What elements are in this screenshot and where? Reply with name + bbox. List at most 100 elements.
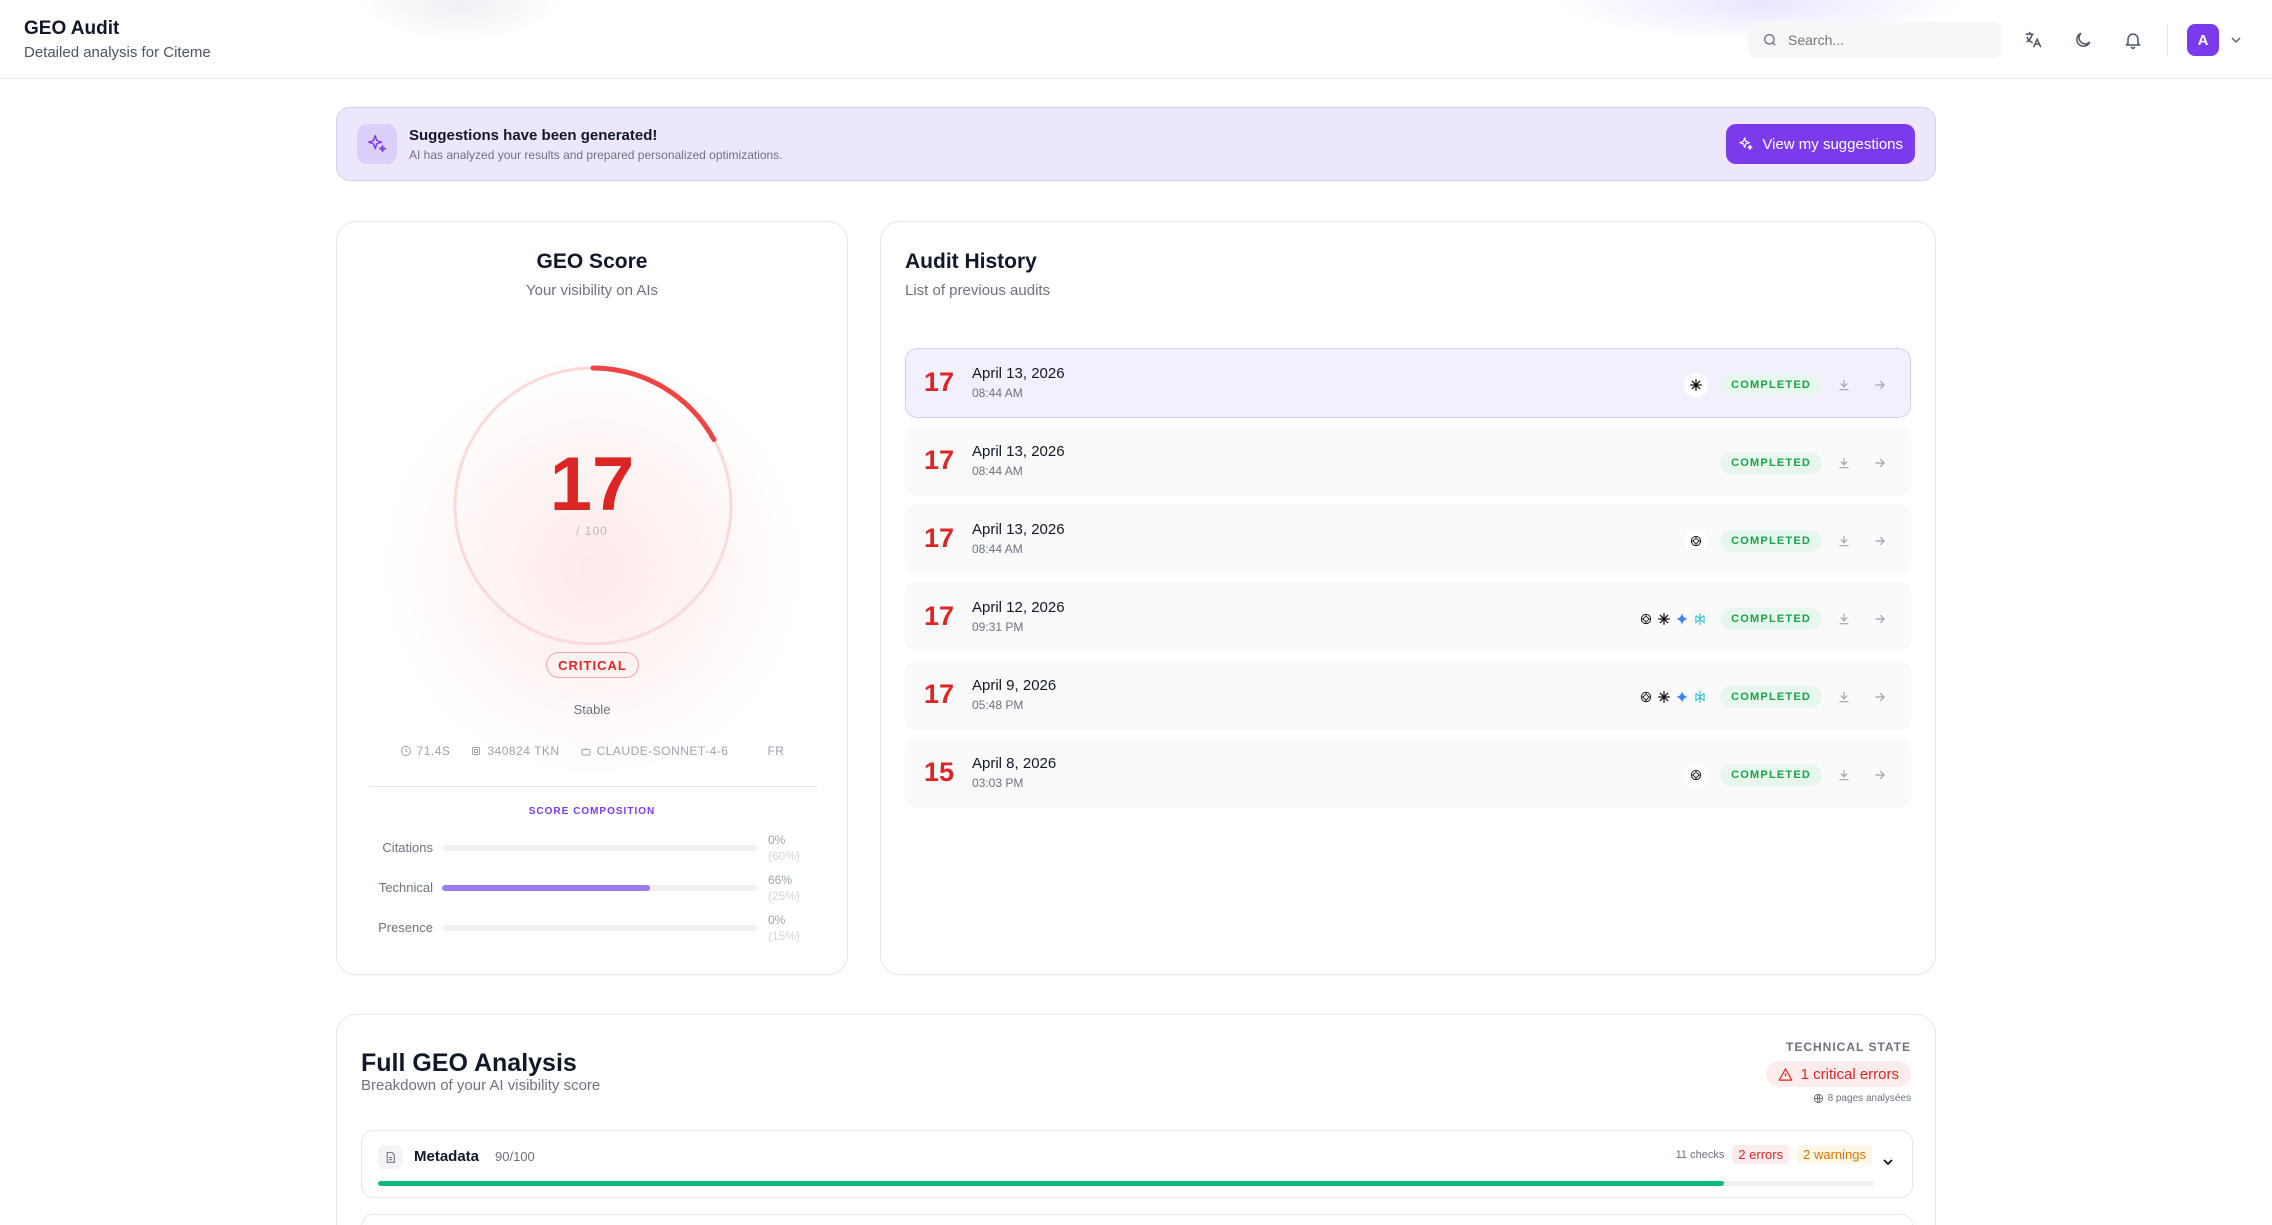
open-audit-button[interactable]: [1866, 761, 1894, 789]
status-badge: COMPLETED: [1720, 530, 1822, 552]
chip-icon: [472, 747, 481, 755]
critical-errors-text: 1 critical errors: [1800, 1065, 1899, 1083]
header-glow: [360, 0, 560, 40]
perplexity-icon: [1692, 611, 1708, 627]
section-checks: 11 checks: [1675, 1148, 1725, 1161]
banner-icon-box: [357, 124, 397, 164]
view-suggestions-button[interactable]: View my suggestions: [1726, 124, 1915, 164]
history-row-actions: COMPLETED: [1708, 449, 1894, 477]
arrow-right-icon: [1875, 536, 1885, 546]
open-audit-button[interactable]: [1866, 683, 1894, 711]
download-button[interactable]: [1830, 449, 1858, 477]
translate-button[interactable]: [2018, 25, 2048, 55]
history-date: April 13, 2026: [972, 521, 1065, 538]
history-date: April 13, 2026: [972, 365, 1065, 382]
top-header: GEO Audit Detailed analysis for Citeme A: [0, 0, 2272, 79]
composition-fill: [442, 885, 650, 891]
perplexity-icon: [1692, 689, 1708, 705]
gemini-icon: [1674, 689, 1690, 705]
arrow-right-icon: [1875, 692, 1885, 702]
download-button[interactable]: [1830, 371, 1858, 399]
history-date: April 9, 2026: [972, 677, 1057, 694]
pages-analyzed: 8 pages analysées: [1813, 1093, 1911, 1104]
search-box[interactable]: [1748, 22, 2002, 58]
banner-title: Suggestions have been generated!: [409, 127, 658, 144]
section-row-metadata[interactable]: Metadata 90/100 11 checks 2 errors 2 war…: [361, 1130, 1913, 1198]
page-subtitle: Detailed analysis for Citeme: [24, 44, 211, 61]
chevron-down-icon[interactable]: [1880, 1154, 1896, 1170]
score-value: 17: [549, 442, 635, 527]
download-button[interactable]: [1830, 683, 1858, 711]
pages-analyzed-text: 8 pages analysées: [1827, 1093, 1911, 1104]
composition-label: Presence: [378, 920, 433, 935]
section-row[interactable]: [361, 1214, 1913, 1225]
openai-icon: [1638, 689, 1654, 705]
composition-label: Citations: [382, 840, 433, 855]
analysis-subtitle: Breakdown of your AI visibility score: [361, 1077, 601, 1094]
model-icons: [1684, 529, 1709, 553]
open-audit-button[interactable]: [1866, 605, 1894, 633]
history-row[interactable]: 17 April 13, 2026 08:44 AM COMPLETED: [905, 348, 1911, 418]
openai-icon: [1684, 763, 1709, 787]
download-button[interactable]: [1830, 761, 1858, 789]
technical-state-label: TECHNICAL STATE: [1786, 1040, 1911, 1054]
avatar[interactable]: A: [2187, 24, 2219, 56]
history-row[interactable]: 17 April 13, 2026 08:44 AM COMPLETED: [905, 426, 1911, 496]
history-row[interactable]: 17 April 9, 2026 05:48 PM COMPLETED: [905, 660, 1911, 730]
history-row[interactable]: 15 April 8, 2026 03:03 PM COMPLETED: [905, 738, 1911, 808]
audit-meta: 71.4S 340824 TKN CLAUDE-SONNET-4-6 FR: [337, 744, 847, 758]
history-row-actions: COMPLETED: [1638, 683, 1894, 711]
banner-text: AI has analyzed your results and prepare…: [409, 148, 783, 162]
suggestions-banner: Suggestions have been generated! AI has …: [336, 107, 1936, 181]
theme-toggle-button[interactable]: [2068, 25, 2098, 55]
status-badge: COMPLETED: [1720, 374, 1822, 396]
composition-row: Technical 66% (25%): [337, 872, 847, 904]
model-icons: [1638, 689, 1708, 705]
composition-row: Citations 0% (60%): [337, 832, 847, 864]
composition-percent: 0%: [768, 913, 786, 927]
robot-icon: [581, 747, 591, 756]
download-button[interactable]: [1830, 605, 1858, 633]
composition-title: SCORE COMPOSITION: [528, 806, 656, 817]
arrow-right-icon: [1875, 380, 1885, 390]
score-subtitle: Your visibility on AIs: [525, 282, 658, 299]
open-audit-button[interactable]: [1866, 371, 1894, 399]
model-icons: [1638, 611, 1708, 627]
duration-meta: 71.4S: [400, 744, 451, 758]
page-title: GEO Audit: [24, 18, 120, 39]
history-row[interactable]: 17 April 12, 2026 09:31 PM COMPLETED: [905, 582, 1911, 652]
search-input[interactable]: [1788, 32, 1988, 48]
download-button[interactable]: [1830, 527, 1858, 555]
search-icon: [1764, 34, 1776, 46]
tokens-meta: 340824 TKN: [470, 744, 559, 758]
chevron-down-icon[interactable]: [2228, 30, 2244, 50]
download-icon: [1839, 379, 1849, 391]
history-score: 17: [924, 445, 955, 475]
composition-track: [442, 845, 757, 851]
download-icon: [1839, 691, 1849, 703]
warning-icon: [1778, 1067, 1793, 1081]
status-badge: COMPLETED: [1720, 764, 1822, 786]
duration-value: 71.4S: [416, 744, 451, 758]
model-meta: CLAUDE-SONNET-4-6: [580, 744, 729, 758]
status-badge: COMPLETED: [1720, 452, 1822, 474]
claude-icon: [1684, 373, 1709, 397]
history-date: April 8, 2026: [972, 755, 1057, 772]
arrow-right-icon: [1875, 614, 1885, 624]
document-icon: [386, 1151, 395, 1163]
status-badge: COMPLETED: [1720, 608, 1822, 630]
history-row-actions: COMPLETED: [1684, 761, 1894, 789]
open-audit-button[interactable]: [1866, 449, 1894, 477]
history-row[interactable]: 17 April 13, 2026 08:44 AM COMPLETED: [905, 504, 1911, 574]
globe-icon: [1813, 1093, 1823, 1104]
history-list: 17 April 13, 2026 08:44 AM COMPLETED 17 …: [905, 348, 1911, 816]
open-audit-button[interactable]: [1866, 527, 1894, 555]
history-row-actions: COMPLETED: [1684, 527, 1894, 555]
section-errors-badge: 2 errors: [1732, 1145, 1790, 1164]
openai-icon: [1638, 611, 1654, 627]
bell-icon: [2125, 33, 2141, 50]
notifications-button[interactable]: [2118, 25, 2148, 55]
model-value: CLAUDE-SONNET-4-6: [596, 744, 729, 758]
composition-weight: (15%): [768, 929, 801, 943]
history-row-actions: COMPLETED: [1638, 605, 1894, 633]
